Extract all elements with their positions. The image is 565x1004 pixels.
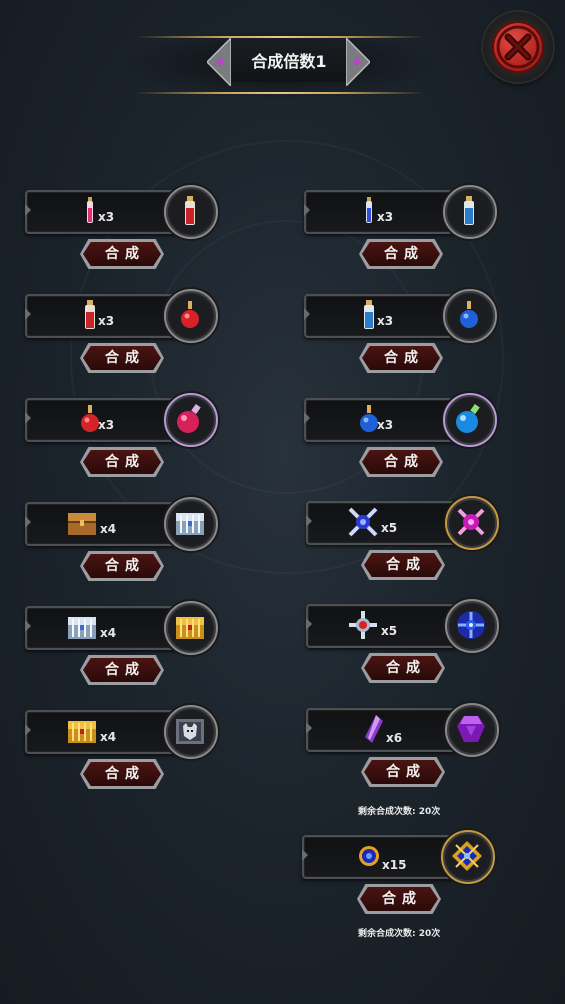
source-quantity: x4	[100, 730, 117, 744]
red-cross-emblem-icon	[346, 608, 380, 642]
recipe-card: x4 合成	[25, 705, 225, 796]
wolf-emblem-chest-icon	[173, 714, 207, 748]
recipe-card: x3 合成	[25, 393, 225, 484]
recipe-card: x15 合成	[302, 830, 502, 921]
source-quantity: x4	[100, 626, 117, 640]
synthesize-button[interactable]: 合成	[357, 884, 441, 914]
synthesize-button[interactable]: 合成	[359, 239, 443, 269]
blue-cross-emblem-icon	[346, 505, 380, 539]
header-top-line	[135, 36, 425, 38]
source-quantity: x15	[382, 858, 407, 872]
recipe-card: x3 合成	[25, 185, 225, 276]
blue-rune-emblem-icon	[454, 608, 488, 642]
next-multiplier-button[interactable]	[346, 38, 370, 86]
large-blue-flask-icon	[452, 402, 486, 436]
blue-potion-bottle-icon	[452, 194, 486, 228]
synthesize-button[interactable]: 合成	[80, 343, 164, 373]
source-quantity: x5	[381, 521, 398, 535]
previous-multiplier-button[interactable]	[207, 38, 231, 86]
synthesize-label: 合成	[386, 764, 426, 780]
header-bottom-line	[135, 92, 425, 94]
synthesize-label: 合成	[105, 558, 145, 574]
synthesize-label: 合成	[382, 891, 422, 907]
golden-chest-icon	[173, 610, 207, 644]
silver-chest-icon	[65, 610, 99, 644]
source-quantity: x4	[100, 522, 117, 536]
recipe-card: x3 合成	[304, 289, 504, 380]
synthesize-button[interactable]: 合成	[361, 653, 445, 683]
synthesize-button[interactable]: 合成	[359, 343, 443, 373]
wooden-chest-icon	[65, 506, 99, 540]
synthesize-button[interactable]: 合成	[359, 447, 443, 477]
purple-gem-icon	[454, 712, 488, 746]
pink-cross-emblem-icon	[454, 505, 488, 539]
synthesize-button[interactable]: 合成	[80, 655, 164, 685]
close-x-icon	[496, 25, 540, 69]
large-red-flask-icon	[173, 402, 207, 436]
recipe-card: x3 合成	[304, 393, 504, 484]
synthesize-button[interactable]: 合成	[80, 551, 164, 581]
synthesize-label: 合成	[105, 766, 145, 782]
remaining-synthesis-count: 剩余合成次数: 20次	[358, 929, 441, 939]
recipe-card: x5 合成	[306, 496, 506, 587]
source-quantity: x3	[98, 210, 115, 224]
source-quantity: x3	[377, 418, 394, 432]
synthesize-button[interactable]: 合成	[80, 239, 164, 269]
synthesize-button[interactable]: 合成	[361, 757, 445, 787]
synthesize-label: 合成	[384, 350, 424, 366]
recipe-card: x3 合成	[25, 289, 225, 380]
synthesize-button[interactable]: 合成	[80, 759, 164, 789]
golden-chest-icon	[65, 714, 99, 748]
remaining-synthesis-count: 剩余合成次数: 20次	[358, 807, 441, 817]
synthesize-button[interactable]: 合成	[80, 447, 164, 477]
synthesize-label: 合成	[384, 454, 424, 470]
close-button[interactable]	[483, 12, 553, 82]
silver-chest-icon	[173, 506, 207, 540]
gold-ring-orb-icon	[352, 839, 386, 873]
synthesize-label: 合成	[386, 660, 426, 676]
page-title: 合成倍数1	[251, 52, 327, 71]
source-quantity: x3	[98, 418, 115, 432]
recipe-card: x6 合成	[306, 703, 506, 794]
recipe-card: x4 合成	[25, 497, 225, 588]
synthesize-label: 合成	[386, 557, 426, 573]
source-quantity: x5	[381, 624, 398, 638]
synthesize-label: 合成	[384, 246, 424, 262]
synthesize-label: 合成	[105, 350, 145, 366]
synthesize-label: 合成	[105, 246, 145, 262]
source-quantity: x6	[386, 731, 403, 745]
recipe-card: x5 合成	[306, 599, 506, 690]
source-quantity: x3	[377, 210, 394, 224]
synthesize-label: 合成	[105, 454, 145, 470]
source-quantity: x3	[377, 314, 394, 328]
synthesize-label: 合成	[105, 662, 145, 678]
recipe-card: x3 合成	[304, 185, 504, 276]
blue-round-flask-icon	[452, 298, 486, 332]
red-round-flask-icon	[173, 298, 207, 332]
synthesize-button[interactable]: 合成	[361, 550, 445, 580]
red-potion-bottle-icon	[173, 194, 207, 228]
source-quantity: x3	[98, 314, 115, 328]
close-button-face	[492, 21, 544, 73]
gold-star-emblem-icon	[450, 839, 484, 873]
purple-crystal-icon	[356, 712, 390, 746]
recipe-card: x4 合成	[25, 601, 225, 692]
